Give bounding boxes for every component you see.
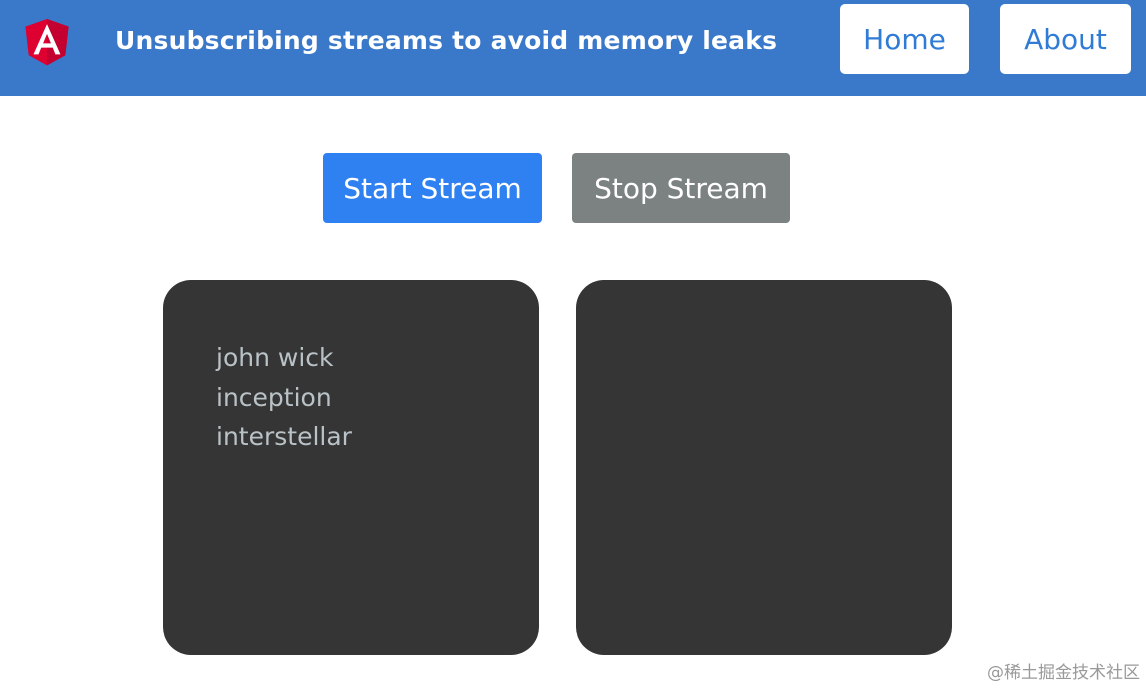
angular-logo-icon: [25, 18, 69, 66]
start-stream-button[interactable]: Start Stream: [323, 153, 542, 223]
stop-stream-button[interactable]: Stop Stream: [572, 153, 790, 223]
left-stream-panel: john wick inception interstellar: [163, 280, 539, 655]
about-nav-button[interactable]: About: [1000, 4, 1131, 74]
home-nav-button[interactable]: Home: [840, 4, 969, 74]
list-item: interstellar: [216, 422, 352, 451]
list-item: john wick: [216, 343, 334, 372]
watermark-text: @稀土掘金技术社区: [987, 663, 1140, 683]
top-navigation-bar: Unsubscribing streams to avoid memory le…: [0, 0, 1146, 96]
stream-list: john wick inception interstellar: [216, 338, 539, 457]
page-title: Unsubscribing streams to avoid memory le…: [115, 26, 778, 55]
list-item: inception: [216, 382, 332, 412]
right-stream-panel: [576, 280, 952, 655]
